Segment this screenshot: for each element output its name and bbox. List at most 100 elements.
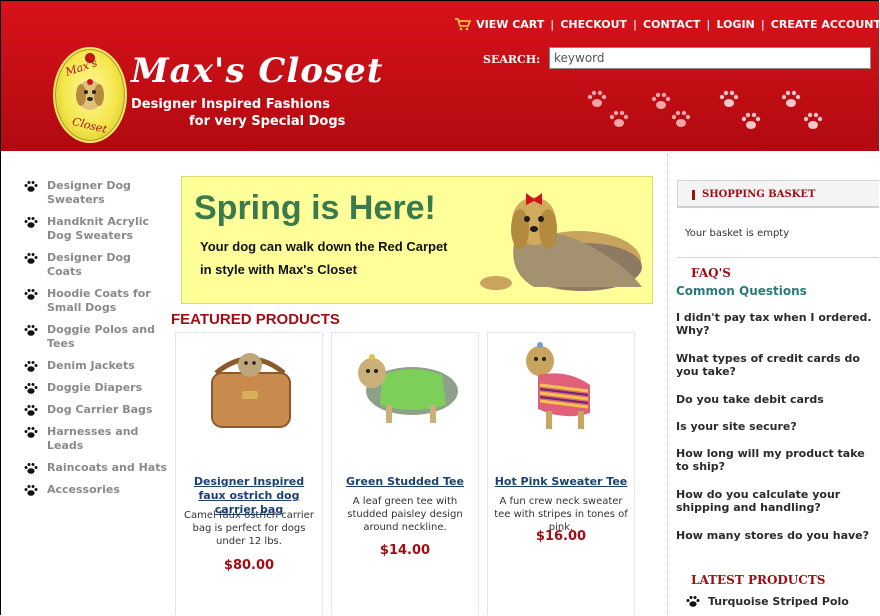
- nav-separator: |: [550, 17, 555, 31]
- product-card[interactable]: Hot Pink Sweater Tee A fun crew neck swe…: [487, 332, 635, 615]
- paw-bullet-icon: [24, 427, 38, 438]
- shopping-cart-icon[interactable]: [454, 17, 472, 31]
- promo-banner[interactable]: Spring is Here! Your dog can walk down t…: [181, 176, 653, 304]
- sidebar-category-label: Raincoats and Hats: [47, 461, 168, 474]
- login-link[interactable]: LOGIN: [716, 18, 754, 31]
- paw-print-icon: [781, 90, 801, 107]
- nav-separator: |: [633, 17, 638, 31]
- product-price: $80.00: [223, 558, 275, 573]
- product-card[interactable]: Green Studded Tee A leaf green tee with …: [331, 332, 479, 615]
- column-divider: [667, 153, 669, 615]
- site-logo[interactable]: Max's Closet: [53, 47, 127, 143]
- sidebar-category-label: Designer Dog Coats: [47, 251, 131, 278]
- product-title-link[interactable]: Hot Pink Sweater Tee: [494, 475, 628, 489]
- shopping-basket-title: SHOPPING BASKET: [702, 189, 816, 200]
- paw-bullet-icon: [24, 181, 38, 192]
- paw-print-icon: [803, 112, 823, 129]
- sidebar-category-label: Doggie Diapers: [47, 381, 143, 394]
- create-account-link[interactable]: CREATE ACCOUNT: [771, 18, 879, 31]
- banner-headline: Spring is Here!: [194, 189, 436, 227]
- sidebar-category-label: Denim Jackets: [47, 359, 135, 372]
- sidebar-category-label: Hoodie Coats for Small Dogs: [47, 287, 151, 314]
- faq-question-link[interactable]: Do you take debit cards: [676, 393, 879, 406]
- paw-bullet-icon: [24, 463, 38, 474]
- product-card[interactable]: Designer Inspired faux ostrich dog carri…: [175, 332, 323, 615]
- sidebar-category-label: Dog Carrier Bags: [47, 403, 153, 416]
- sidebar-category-item[interactable]: Designer Dog Coats: [23, 251, 168, 279]
- latest-product-label: Turquoise Striped Polo: [708, 595, 849, 608]
- product-price: $16.00: [535, 529, 587, 544]
- product-image-carrier-bag[interactable]: [186, 335, 314, 435]
- logo-text-bottom: Closet: [70, 114, 109, 137]
- faq-question-link[interactable]: I didn't pay tax when I ordered. Why?: [676, 311, 879, 337]
- brand-tagline-line1: Designer Inspired Fashions: [131, 97, 331, 112]
- basket-status: Your basket is empty: [685, 228, 790, 239]
- logo-dog-icon: [76, 79, 104, 110]
- contact-link[interactable]: CONTACT: [643, 18, 700, 31]
- paw-bullet-icon: [24, 405, 38, 416]
- banner-text-line1: Your dog can walk down the Red Carpet: [200, 239, 448, 254]
- sidebar-category-label: Handknit Acrylic Dog Sweaters: [47, 215, 150, 242]
- sidebar-category-item[interactable]: Dog Carrier Bags: [23, 403, 168, 417]
- faq-question-link[interactable]: How many stores do you have?: [676, 529, 879, 542]
- sidebar-category-item[interactable]: Doggie Diapers: [23, 381, 168, 395]
- product-image-green-tee[interactable]: [342, 335, 470, 435]
- paw-bullet-icon: [24, 325, 38, 336]
- faq-question-link[interactable]: How long will my product take to ship?: [676, 447, 879, 473]
- paw-bullet-icon: [24, 485, 38, 496]
- brand-title[interactable]: Max's Closet: [131, 51, 383, 91]
- paw-bullet-icon: [24, 253, 38, 264]
- paw-bullet-icon: [24, 217, 38, 228]
- sidebar-category-item[interactable]: Raincoats and Hats: [23, 461, 168, 475]
- sidebar-category-item[interactable]: Harnesses and Leads: [23, 425, 168, 453]
- nav-separator: |: [706, 17, 711, 31]
- paw-print-icon: [719, 90, 739, 107]
- category-sidebar: Designer Dog Sweaters Handknit Acrylic Do…: [23, 179, 168, 505]
- product-image-pink-sweater[interactable]: [498, 335, 626, 435]
- divider: [677, 257, 879, 258]
- sidebar-category-label: Designer Dog Sweaters: [47, 179, 131, 206]
- search-label: SEARCH:: [483, 53, 541, 66]
- paw-bullet-icon: [24, 289, 38, 300]
- product-description: A leaf green tee with studded paisley de…: [347, 496, 463, 533]
- search-input[interactable]: [549, 47, 871, 69]
- product-title-link[interactable]: Green Studded Tee: [338, 475, 472, 489]
- paw-bullet-icon: [686, 596, 700, 607]
- paw-print-icon: [609, 110, 629, 127]
- nav-separator: |: [760, 17, 765, 31]
- featured-products-heading: FEATURED PRODUCTS: [171, 311, 340, 328]
- sidebar-category-item[interactable]: Handknit Acrylic Dog Sweaters: [23, 215, 168, 243]
- sidebar-category-item[interactable]: Hoodie Coats for Small Dogs: [23, 287, 168, 315]
- latest-product-link[interactable]: Turquoise Striped Polo: [685, 595, 849, 608]
- basket-header-marker: [692, 190, 695, 200]
- faq-heading: FAQ'S: [691, 266, 731, 280]
- latest-products-heading: LATEST PRODUCTS: [691, 573, 826, 587]
- shopping-basket-header: SHOPPING BASKET: [677, 180, 879, 208]
- sidebar-category-label: Accessories: [47, 483, 120, 496]
- paw-bullet-icon: [24, 383, 38, 394]
- faq-question-link[interactable]: Is your site secure?: [676, 420, 879, 433]
- sidebar-category-item[interactable]: Designer Dog Sweaters: [23, 179, 168, 207]
- sidebar-category-label: Doggie Polos and Tees: [47, 323, 155, 350]
- paw-bullet-icon: [24, 361, 38, 372]
- sidebar-category-item[interactable]: Accessories: [23, 483, 168, 497]
- faq-subheading[interactable]: Common Questions: [676, 284, 807, 298]
- site-header: VIEW CART | CHECKOUT | CONTACT | LOGIN |…: [1, 1, 879, 151]
- paw-print-icon: [741, 112, 761, 129]
- sidebar-category-item[interactable]: Denim Jackets: [23, 359, 168, 373]
- brand-tagline-line2: for very Special Dogs: [189, 114, 346, 129]
- checkout-link[interactable]: CHECKOUT: [560, 18, 627, 31]
- paw-print-icon: [671, 110, 691, 127]
- sidebar-category-item[interactable]: Doggie Polos and Tees: [23, 323, 168, 351]
- faq-question-link[interactable]: How do you calculate your shipping and h…: [676, 488, 879, 514]
- sidebar-category-label: Harnesses and Leads: [47, 425, 139, 452]
- view-cart-link[interactable]: VIEW CART: [476, 18, 544, 31]
- paw-print-icon: [587, 90, 607, 107]
- banner-dog-image: [480, 193, 642, 291]
- product-price: $14.00: [379, 543, 431, 558]
- product-description: Camel faux ostrich carrier bag is perfec…: [184, 510, 314, 547]
- banner-text-line2: in style with Max's Closet: [200, 262, 357, 277]
- top-navigation: VIEW CART | CHECKOUT | CONTACT | LOGIN |…: [454, 14, 879, 34]
- page-frame: VIEW CART | CHECKOUT | CONTACT | LOGIN |…: [0, 0, 879, 615]
- faq-question-link[interactable]: What types of credit cards do you take?: [676, 352, 879, 378]
